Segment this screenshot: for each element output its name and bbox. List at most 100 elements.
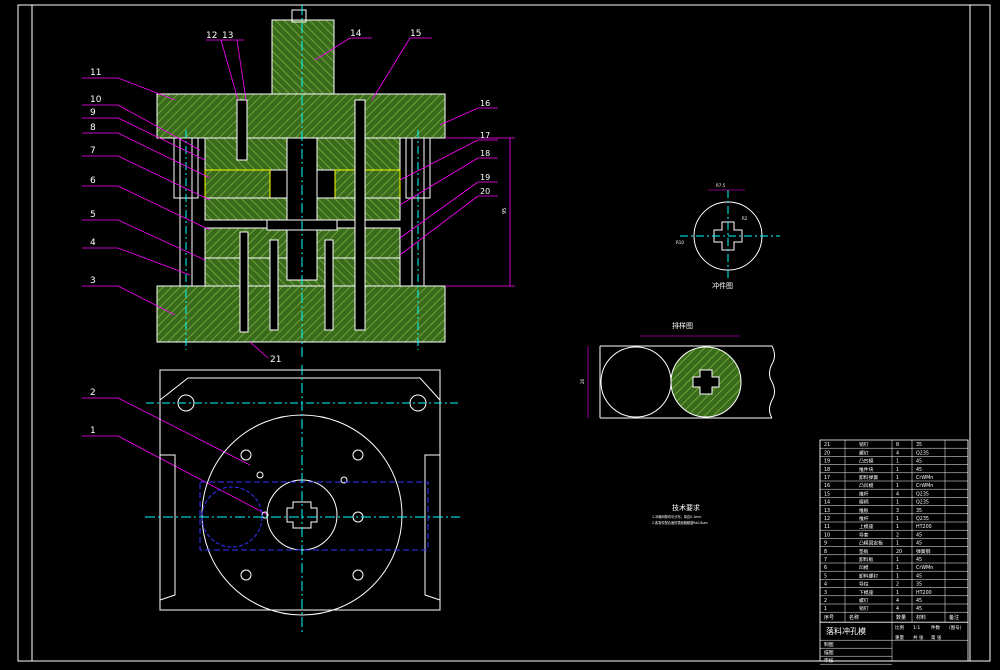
bom-cell: 45 [916,459,922,465]
bom-row-number: 14 [824,500,830,506]
bom-cell: 2 [896,532,899,538]
bom-cell: 1 [896,459,899,465]
bom-cell: Q235 [916,491,929,497]
tech-requirements-title: 技术要求 [672,503,700,512]
bom-cell: 螺钉 [859,597,869,604]
bom-row-number: 1 [824,606,827,612]
bom-cell: Q235 [916,450,929,456]
bom-row-number: 18 [824,467,830,473]
bom-row-number: 13 [824,508,830,514]
leader-number-13: 13 [222,31,233,41]
leader-number-2: 2 [90,388,96,398]
bom-cell: 1 [896,565,899,571]
bom-cell: 销钉 [859,605,869,612]
bom-cell: 1 [896,590,899,596]
bom-row-number: 12 [824,516,830,522]
plan-view [145,365,460,632]
bom-cell: 凸凹模 [859,482,874,489]
leader-number-20: 20 [480,187,490,196]
bom-cell: 卸料板 [859,556,874,563]
leader-number-6: 6 [90,176,96,186]
bom-cell: 销钉 [859,441,869,448]
leader-number-3: 3 [90,276,96,286]
bom-row-number: 9 [824,541,827,547]
bom-cell: 导套 [859,531,869,538]
bom-cell: CrWMn [916,565,933,571]
leader-number-1: 1 [90,426,96,436]
bom-header-cell: 序号 [824,614,834,621]
bom-cell: CrWMn [916,475,933,481]
leader-number-9: 9 [90,108,96,118]
mold-assembly-drawing[interactable]: 95 1110987654321 12 13 14 15 1617181920 21 [0,0,1000,666]
bom-header-cell: 名称 [849,614,859,621]
bom-cell: 45 [916,467,922,473]
bom-row-number: 6 [824,565,827,571]
bom-row-number: 5 [824,573,827,579]
bom-cell: 1 [896,573,899,579]
bom-cell: 8 [896,442,899,448]
bom-cell: 35 [916,508,922,514]
bom-cell: 卸料弹簧 [859,474,878,481]
leader-number-4: 4 [90,238,96,248]
punch-dim-1: R7.5 [716,183,726,188]
bom-cell: 45 [916,557,922,563]
bom-cell: 1 [896,557,899,563]
strip-layout-view [587,335,775,419]
punch-part-view [680,189,780,280]
leader-number-12: 12 [206,31,217,41]
bom-cell: 模柄 [859,499,869,506]
leader-number-8: 8 [90,123,96,133]
bom-cell: 45 [916,532,922,538]
cad-drawing-canvas[interactable]: 95 11 10 9 8 7 6 5 4 3 2 1 12 13 14 15 16 17 18 19 20 21 [0,0,1000,666]
bom-cell: 1 [896,467,899,473]
bom-cell: 4 [896,450,899,456]
bom-cell: 45 [916,573,922,579]
bom-cell: 卸料螺钉 [859,572,878,579]
bom-cell: 4 [896,606,899,612]
strip-view-title: 排样图 [672,321,693,330]
bom-cell: CrWMn [916,483,933,489]
title-block-cell: 1:1 [913,625,920,631]
bom-cell: 4 [896,491,899,497]
bom-cell: 1 [896,475,899,481]
tech-note-2: 2.各零件配合面的表面粗糙度Ra0.8μm [652,520,708,525]
bom-cell: 推杆 [859,490,869,497]
bom-cell: 1 [896,516,899,522]
bom-cell: 推件块 [859,466,874,473]
bom-cell: Q235 [916,500,929,506]
bill-of-materials: 21 销钉 8 3520 螺钉 4 Q23519 凸凹模 1 4518 推件块 1 4517 卸料弹簧 1 C… [819,439,969,665]
bom-row-number: 2 [824,598,827,604]
title-block-cell: 件数 [931,624,940,631]
bom-row-number: 7 [824,557,827,563]
punch-view-title: 冲件图 [712,281,733,290]
bom-row-number: 17 [824,475,830,481]
bom-cell: 垫板 [859,548,869,555]
title-block-cell: 比例 [895,624,904,631]
bom-cell: 凸凹模 [859,458,874,465]
leader-number-7: 7 [90,146,96,156]
bom-cell: 1 [896,524,899,530]
bom-row-number: 4 [824,582,827,588]
bom-row-number: 20 [824,450,830,456]
bom-cell: HT200 [916,590,932,596]
bom-cell: 导柱 [859,581,869,588]
front-section-view [156,5,515,360]
bom-row-number: 15 [824,491,830,497]
bom-cell: 1 [896,500,899,506]
leader-number-19: 19 [480,173,490,182]
bom-cell: 2 [896,582,899,588]
bom-header-cell: 备注 [949,614,959,621]
bom-cell: 20 [896,549,902,555]
bom-cell: Q235 [916,516,929,522]
bom-cell: 上模座 [859,523,874,530]
signature-row-label: 审核 [824,657,834,664]
bom-row-number: 10 [824,532,830,538]
signature-row-label: 描图 [824,649,834,656]
bom-row-number: 19 [824,459,830,465]
bom-cell: 凸模固定板 [859,540,883,547]
bom-row-number: 21 [824,442,830,448]
bom-cell: 45 [916,606,922,612]
bom-cell: 下模座 [859,589,874,596]
bom-cell: 4 [896,598,899,604]
bom-cell: 1 [896,541,899,547]
